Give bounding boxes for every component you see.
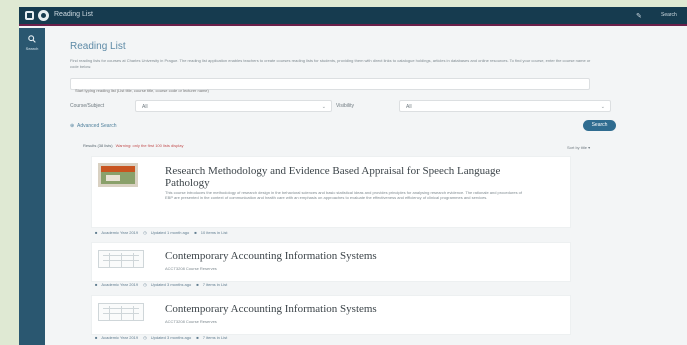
list-updated: Updated 3 months ago [150, 282, 192, 287]
clock-icon: ◷ [143, 282, 147, 287]
list-updated: Updated 1 month ago [150, 230, 190, 235]
list-icon: ■ [196, 335, 199, 340]
sort-dropdown[interactable]: Sort by title ▾ [567, 145, 590, 150]
list-count: 7 items in List [202, 282, 228, 287]
search-field[interactable] [70, 78, 590, 96]
page-title: Reading List [70, 41, 126, 52]
results-warning: Warning: only the first 100 lists displa… [115, 143, 184, 148]
list-subtitle: ACCT3208 Course Reserves [165, 319, 217, 324]
list-item[interactable]: Research Methodology and Evidence Based … [91, 156, 571, 228]
list-updated: Updated 3 months ago [150, 335, 192, 340]
visibility-filter-select[interactable]: All ⌄ [399, 100, 611, 112]
list-title[interactable]: Contemporary Accounting Information Syst… [165, 250, 525, 262]
list-description: This course introduces the methodology o… [165, 190, 523, 200]
results-summary: Results (38 lists) Warning: only the firs… [83, 143, 183, 148]
top-search-link[interactable]: Search [661, 12, 677, 18]
clock-icon: ◷ [143, 335, 147, 340]
course-filter-label: Course/Subject [70, 103, 105, 109]
top-nav-bar: Reading List ✎ Search [19, 7, 687, 26]
app-title[interactable]: Reading List [54, 11, 93, 18]
list-subtitle: ACCT3208 Course Reserves [165, 266, 217, 271]
page-intro: Find reading lists for courses at Charle… [70, 58, 591, 69]
university-logo-icon[interactable] [25, 11, 34, 20]
list-item[interactable]: Contemporary Accounting Information Syst… [91, 295, 571, 335]
list-meta: ■ Academic Year 2019 ◷ Updated 3 months ag… [95, 335, 231, 340]
results-count: Results (38 lists) [83, 143, 113, 148]
search-button[interactable]: Search [583, 120, 616, 131]
list-year: Academic Year 2019 [101, 335, 139, 340]
list-meta: ■ Academic Year 2019 ◷ Updated 3 months ag… [95, 282, 231, 287]
calendar-icon: ■ [95, 230, 98, 235]
chevron-down-icon: ⌄ [600, 104, 605, 110]
sidebar: Search [19, 28, 45, 345]
list-meta: ■ Academic Year 2019 ◷ Updated 1 month ago… [95, 230, 231, 235]
list-placeholder-icon [98, 250, 144, 268]
list-icon: ■ [196, 282, 199, 287]
advanced-search-link[interactable]: Advanced Search [77, 123, 116, 129]
chevron-down-icon: ▾ [588, 145, 591, 150]
sort-label: Sort by title [567, 145, 588, 150]
list-icon: ■ [194, 230, 197, 235]
list-title[interactable]: Contemporary Accounting Information Syst… [165, 303, 525, 315]
app-window: Reading List ✎ Search Search Reading Lis… [19, 7, 687, 345]
list-placeholder-icon [98, 303, 144, 321]
list-count: 7 items in List [202, 335, 228, 340]
course-filter-select[interactable]: All ⌄ [135, 100, 332, 112]
search-icon[interactable] [28, 35, 36, 43]
list-item[interactable]: Contemporary Accounting Information Syst… [91, 242, 571, 282]
book-cover-image [98, 163, 138, 187]
search-input[interactable] [71, 85, 589, 96]
calendar-icon: ■ [95, 282, 98, 287]
app-logo-icon[interactable] [38, 10, 49, 21]
calendar-icon: ■ [95, 335, 98, 340]
course-filter-value: All [142, 104, 148, 110]
chevron-down-icon: ⌄ [321, 104, 326, 110]
clock-icon: ◷ [143, 230, 147, 235]
main-content: Reading List Find reading lists for cour… [63, 28, 683, 345]
sidebar-search-label[interactable]: Search [22, 46, 42, 51]
list-count: 10 items in List [200, 230, 228, 235]
edit-icon[interactable]: ✎ [636, 12, 642, 20]
list-year: Academic Year 2019 [101, 230, 139, 235]
list-title[interactable]: Research Methodology and Evidence Based … [165, 165, 525, 189]
visibility-filter-value: All [406, 104, 412, 110]
plus-icon[interactable]: ⊕ [70, 123, 74, 129]
list-year: Academic Year 2019 [101, 282, 139, 287]
visibility-filter-label: Visibility [336, 103, 354, 109]
